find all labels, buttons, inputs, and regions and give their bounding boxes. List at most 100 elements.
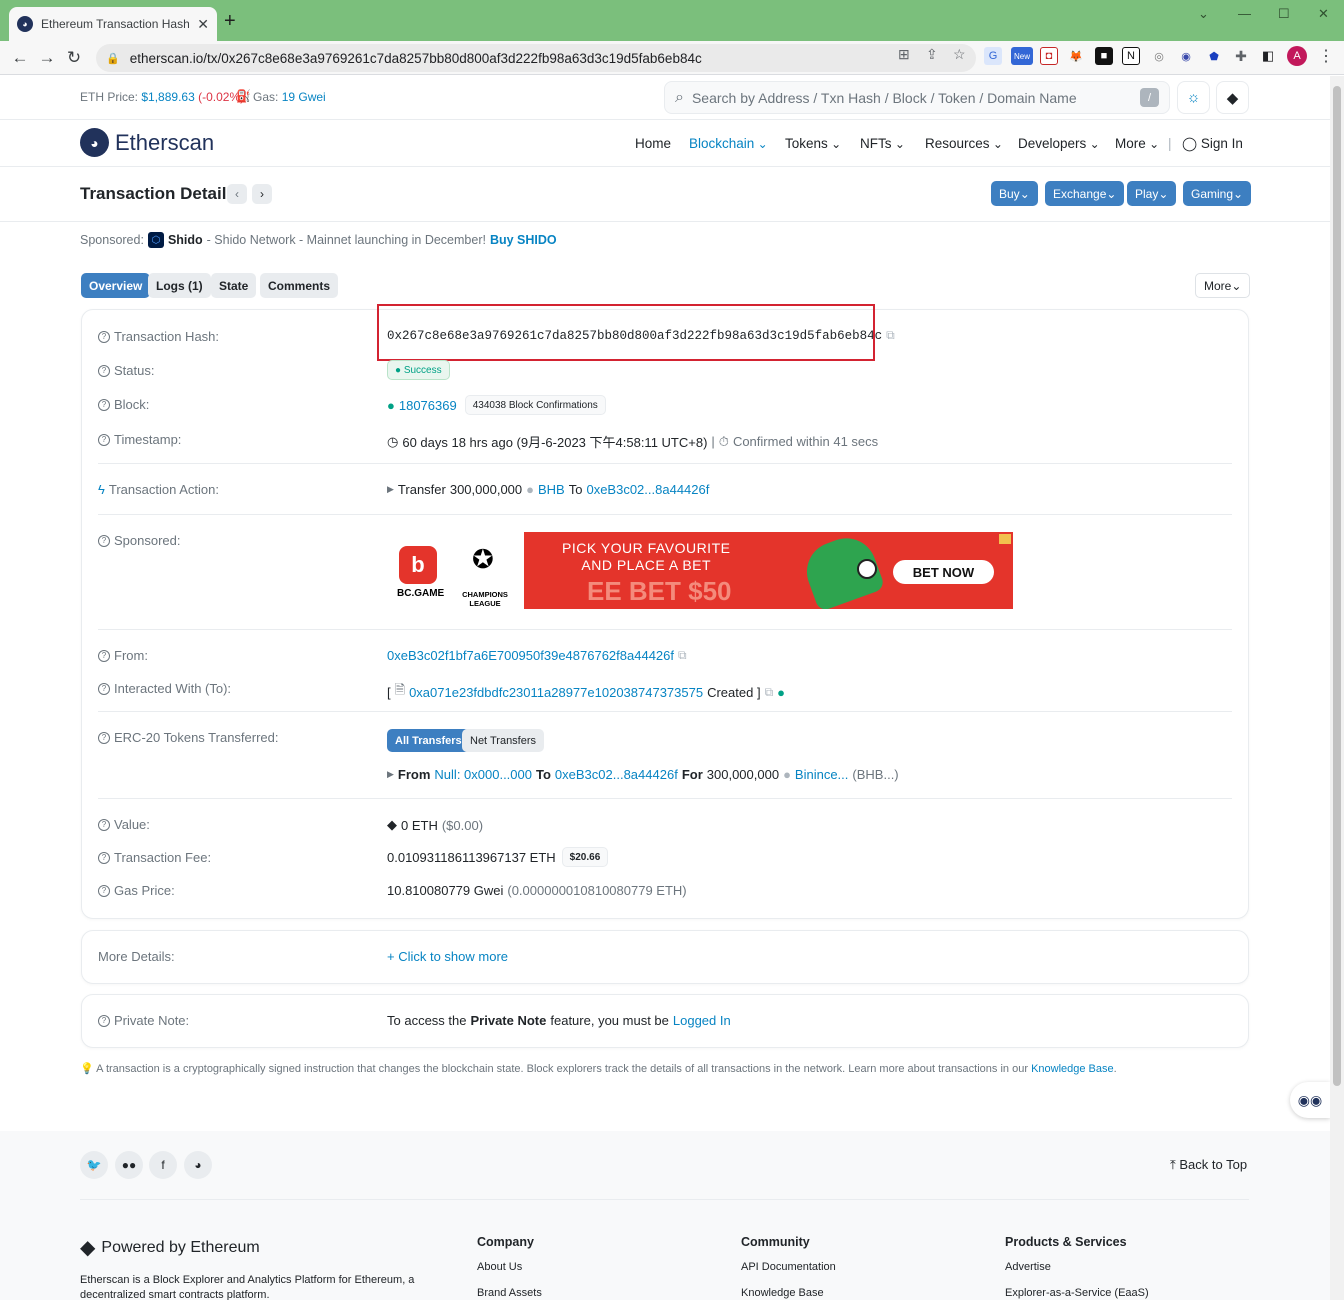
nav-tokens[interactable]: Tokens [785,136,841,151]
reload-icon[interactable]: ↻ [61,45,87,71]
maximize-icon[interactable]: ☐ [1278,6,1290,22]
theme-toggle-icon[interactable]: ☼ [1177,81,1210,114]
copy-icon[interactable]: ⧉ [765,685,774,700]
prev-tx-button[interactable]: ‹ [227,184,247,204]
translate-icon[interactable]: ⊞ [898,46,910,63]
shield-icon[interactable]: ⬟ [1205,47,1223,65]
extension-dark-icon[interactable]: ■ [1095,47,1113,65]
gaming-button[interactable]: Gaming [1183,181,1252,206]
browser-menu-icon[interactable]: ⋮ [1318,46,1334,66]
sign-in-link[interactable]: ◯ Sign In [1182,136,1243,152]
side-panel-icon[interactable]: ◧ [1259,47,1277,65]
brand-assets-link[interactable]: Brand Assets [477,1287,542,1299]
copy-icon[interactable]: ⧉ [678,648,687,663]
exchange-button[interactable]: Exchange [1045,181,1125,206]
action-amount: 300,000,000 [449,482,523,497]
nav-resources[interactable]: Resources [925,136,1003,151]
share-icon[interactable]: ⇪ [926,46,938,63]
advertise-link[interactable]: Advertise [1005,1261,1051,1273]
erc20-token-link[interactable]: Binince... [795,767,848,782]
tab-state[interactable]: State [211,273,257,298]
divider [98,514,1232,515]
etherscan-logo[interactable]: ◕ Etherscan [80,128,214,157]
logged-in-link[interactable]: Logged In [673,1013,731,1028]
nav-home[interactable]: Home [635,136,671,151]
bcgame-ad-banner[interactable]: b BC.GAME ✪ CHAMPIONS LEAGUE PICK YOUR F… [387,532,1013,609]
close-window-icon[interactable]: ✕ [1318,6,1329,22]
chat-bot-icon[interactable]: ◉◉ [1290,1082,1330,1118]
back-to-top-label: Back to Top [1179,1157,1248,1172]
powered-by-ethereum: ◆ Powered by Ethereum [80,1235,260,1260]
back-icon[interactable]: ← [7,45,33,71]
ethereum-network-icon[interactable]: ◆ [1216,81,1249,114]
search-input[interactable]: ⌕ Search by Address / Txn Hash / Block /… [664,81,1170,114]
copy-icon[interactable]: ⧉ [886,329,895,343]
tab-logs[interactable]: Logs (1) [148,273,211,298]
extension-camera-icon[interactable]: ◎ [1150,47,1168,65]
from-address-link[interactable]: 0xeB3c02f1bf7a6E700950f39e4876762f8a4442… [387,648,674,663]
play-button[interactable]: Play [1127,181,1177,206]
search-shortcut-badge: / [1140,88,1159,107]
lock-icon: 🔒 [106,52,120,65]
nav-more[interactable]: More [1115,136,1159,151]
bookmark-star-icon[interactable]: ☆ [953,46,966,63]
extension-new-icon[interactable]: New [1011,47,1033,65]
confirmed-within-text: Confirmed within 41 secs [732,434,879,449]
token-icon: ● [783,767,791,782]
eth-price-value[interactable]: $1,889.63 [141,90,194,104]
sponsor-cta-link[interactable]: Buy SHIDO [490,233,557,247]
tab-comments[interactable]: Comments [260,273,339,298]
forward-icon[interactable]: → [34,45,60,71]
new-tab-button[interactable]: + [224,10,236,33]
nav-divider: | [1168,136,1172,151]
buy-button[interactable]: Buy [991,181,1038,206]
erc20-from-link[interactable]: Null: 0x000...000 [434,767,532,782]
ethereum-icon: ◆ [80,1237,96,1259]
nav-developers[interactable]: Developers [1018,136,1100,151]
tab-overview[interactable]: Overview [81,273,151,298]
facebook-icon[interactable]: f [149,1151,177,1179]
browser-tab[interactable]: ◕ Ethereum Transaction Hash (Tx... ✕ [9,7,217,41]
extension-translate-icon[interactable]: G [984,47,1002,65]
twitter-icon[interactable]: 🐦 [80,1151,108,1179]
next-tx-button[interactable]: › [252,184,272,204]
bet-now-button[interactable]: BET NOW [893,560,994,584]
medium-icon[interactable]: ●● [115,1151,143,1179]
extension-bot-icon[interactable]: ◉ [1177,47,1195,65]
scrollbar-thumb[interactable] [1333,86,1341,1086]
action-token-link[interactable]: BHB [538,482,565,497]
gas-price-label: ? Gas Price: [98,883,175,898]
nav-nfts[interactable]: NFTs [860,136,905,151]
address-bar[interactable]: 🔒 etherscan.io/tx/0x267c8e68e3a9769261c7… [96,44,976,72]
notion-icon[interactable]: N [1122,47,1140,65]
gas-label: Gas: [253,90,279,104]
metamask-fox-icon[interactable]: 🦊 [1067,47,1085,65]
all-transfers-tab[interactable]: All Transfers [387,729,470,752]
knowledge-base-link[interactable]: Knowledge Base [1031,1063,1114,1075]
reddit-icon[interactable]: ◕ [184,1151,212,1179]
profile-avatar[interactable]: A [1287,46,1307,66]
extension-pocket-icon[interactable]: ◘ [1040,47,1058,65]
tab-search-icon[interactable]: ⌄ [1198,6,1209,22]
gas-value[interactable]: 19 Gwei [282,90,326,104]
erc20-to-link[interactable]: 0xeB3c02...8a44426f [555,767,678,782]
show-more-link[interactable]: + Click to show more [387,949,508,964]
knowledge-base-footer-link[interactable]: Knowledge Base [741,1287,824,1299]
caret-right-icon: ▶ [387,769,394,779]
to-contract-link[interactable]: 0xa071e23fdbdfc23011a28977e1020387473735… [409,685,703,700]
net-transfers-tab[interactable]: Net Transfers [462,729,545,752]
page-scrollbar[interactable] [1330,76,1344,1300]
footer-description: Etherscan is a Block Explorer and Analyt… [80,1274,415,1300]
minimize-icon[interactable]: — [1238,6,1251,21]
back-to-top-link[interactable]: ⤒ Back to Top [1170,1157,1247,1173]
close-tab-icon[interactable]: ✕ [197,16,209,33]
action-to-address-link[interactable]: 0xeB3c02...8a44426f [586,482,709,497]
more-options-button[interactable]: More [1195,273,1251,298]
about-us-link[interactable]: About Us [477,1261,522,1273]
nav-blockchain[interactable]: Blockchain [689,136,768,151]
extensions-puzzle-icon[interactable]: ✚ [1232,47,1250,65]
eaas-link[interactable]: Explorer-as-a-Service (EaaS) [1005,1287,1149,1299]
block-number-link[interactable]: 18076369 [399,398,457,413]
timestamp-text: 60 days 18 hrs ago (9月-6-2023 下午4:58:11 … [402,435,708,450]
api-docs-link[interactable]: API Documentation [741,1261,836,1273]
